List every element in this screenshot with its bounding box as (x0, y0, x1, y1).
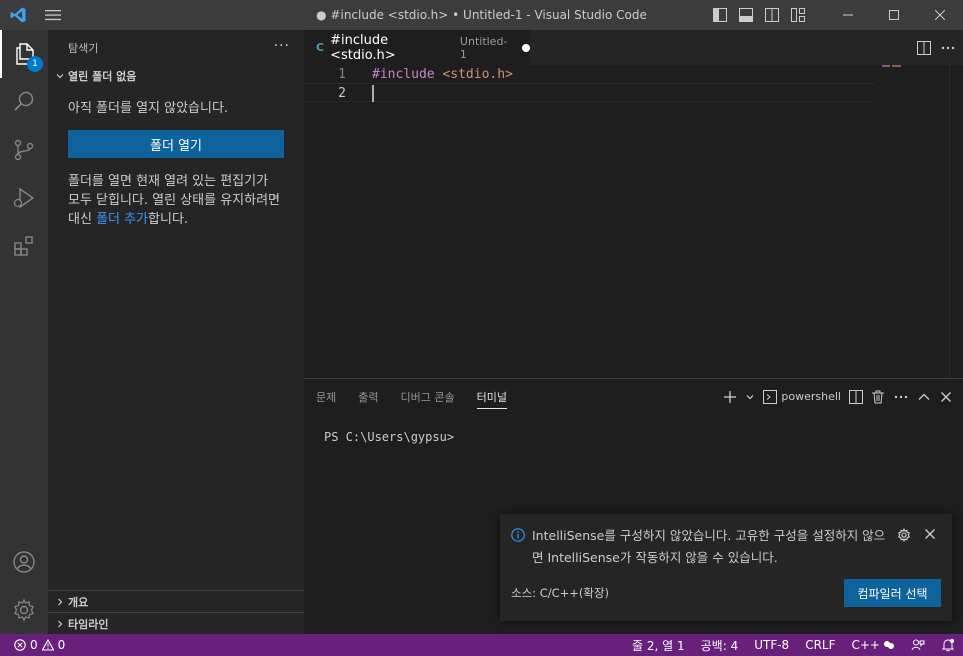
unsaved-dot-icon[interactable] (522, 43, 530, 52)
c-file-icon: C (316, 41, 325, 54)
outline-section[interactable]: 개요 (48, 590, 304, 612)
editor-tab-bar: C #include <stdio.h> Untitled-1 (304, 30, 963, 65)
editor-scrollbar[interactable] (949, 65, 950, 378)
close-window-icon[interactable] (917, 0, 963, 30)
indentation[interactable]: 공백: 4 (693, 637, 747, 654)
new-terminal-icon[interactable] (723, 390, 737, 404)
timeline-label: 타임라인 (68, 617, 109, 631)
activity-bar: 1 (0, 30, 48, 634)
feedback-icon[interactable] (903, 638, 933, 652)
toggle-secondary-sidebar-icon[interactable] (759, 0, 785, 30)
language-label: C++ (851, 638, 881, 652)
split-editor-icon[interactable] (917, 40, 931, 55)
search-icon[interactable] (0, 78, 48, 126)
more-actions-icon[interactable]: ··· (274, 38, 290, 54)
add-folder-link[interactable]: 폴더 추가 (96, 212, 148, 227)
more-actions-icon[interactable] (941, 41, 955, 55)
chevron-right-icon (52, 597, 68, 607)
cursor-position[interactable]: 줄 2, 열 1 (624, 637, 693, 654)
select-compiler-button[interactable]: 컴파일러 선택 (844, 579, 941, 607)
code-editor[interactable]: 1 #include <stdio.h> 2 (304, 65, 963, 378)
explorer-title: 탐색기 (68, 41, 99, 55)
manage-gear-icon[interactable] (0, 586, 48, 634)
status-bar: 0 0 줄 2, 열 1 공백: 4 UTF-8 CRLF C++ (0, 634, 963, 656)
chevron-right-icon (52, 619, 68, 629)
minimize-icon[interactable] (825, 0, 871, 30)
toggle-panel-icon[interactable] (733, 0, 759, 30)
open-folder-button[interactable]: 폴더 열기 (68, 130, 284, 158)
tab-description: Untitled-1 (459, 34, 508, 61)
vscode-logo-icon (0, 0, 35, 30)
title-bar: ● #include <stdio.h> • Untitled-1 - Visu… (0, 0, 963, 30)
gear-icon[interactable] (897, 528, 911, 542)
notification-toast: IntelliSense를 구성하지 않았습니다. 고유한 구성을 설정하지 않… (500, 514, 952, 621)
notifications-bell-icon[interactable] (933, 638, 963, 652)
close-icon[interactable] (924, 528, 936, 540)
source-control-icon[interactable] (0, 126, 48, 174)
maximize-panel-icon[interactable] (917, 390, 931, 404)
terminal-name: powershell (781, 390, 841, 403)
toggle-sidebar-icon[interactable] (707, 0, 733, 30)
terminal-icon (763, 389, 778, 404)
chevron-down-icon (52, 71, 68, 81)
encoding[interactable]: UTF-8 (746, 638, 797, 652)
tab-terminal[interactable]: 터미널 (476, 389, 507, 409)
line-number: 1 (338, 67, 346, 82)
line-number: 2 (338, 86, 346, 101)
terminal-selector[interactable]: powershell (763, 389, 841, 404)
terminal-prompt: PS C:\Users\gypsu> (324, 430, 455, 444)
braces-icon (884, 641, 894, 649)
close-panel-icon[interactable] (939, 390, 953, 404)
explorer-header: 탐색기 ··· (48, 30, 304, 65)
explorer-icon[interactable]: 1 (0, 30, 48, 78)
info-icon (511, 528, 525, 542)
problems-status[interactable]: 0 0 (0, 638, 65, 652)
code-keyword: #include (372, 67, 435, 82)
split-terminal-icon[interactable] (849, 389, 863, 404)
code-string: <stdio.h> (442, 67, 513, 82)
trash-icon[interactable] (871, 390, 885, 404)
terminal-output[interactable]: PS C:\Users\gypsu> (324, 430, 454, 444)
run-debug-icon[interactable] (0, 174, 48, 222)
text-cursor (372, 85, 374, 102)
accounts-icon[interactable] (0, 538, 48, 586)
timeline-section[interactable]: 타임라인 (48, 612, 304, 634)
menu-icon[interactable] (35, 0, 71, 30)
code-line: 1 #include <stdio.h> (304, 65, 875, 84)
error-icon (14, 639, 26, 651)
error-count: 0 (30, 638, 38, 652)
info-text-after: 합니다. (148, 212, 189, 227)
warning-icon (41, 639, 54, 651)
tab-title: #include <stdio.h> (330, 32, 396, 63)
no-folder-section[interactable]: 열린 폴더 없음 (48, 65, 304, 87)
notification-source: 소스: C/C++(확장) (511, 586, 610, 600)
folder-info-text: 폴더를 열면 현재 열려 있는 편집기가 모두 닫힙니다. 열린 상태를 유지하… (68, 172, 284, 229)
chevron-down-icon[interactable] (745, 392, 755, 402)
tab-output[interactable]: 출력 (358, 389, 378, 405)
section-title: 열린 폴더 없음 (68, 70, 137, 83)
tab-debug-console[interactable]: 디버그 콘솔 (401, 389, 455, 405)
maximize-icon[interactable] (871, 0, 917, 30)
extensions-icon[interactable] (0, 222, 48, 270)
code-line-current: 2 (304, 83, 875, 102)
more-actions-icon[interactable] (893, 390, 909, 404)
tab-problems[interactable]: 문제 (316, 389, 336, 405)
explorer-badge: 1 (27, 56, 43, 72)
outline-label: 개요 (68, 595, 89, 609)
no-folder-text: 아직 폴더를 열지 않았습니다. (68, 101, 229, 116)
warning-count: 0 (57, 638, 66, 652)
editor-tab[interactable]: C #include <stdio.h> Untitled-1 (304, 30, 530, 65)
notification-message: IntelliSense를 구성하지 않았습니다. 고유한 구성을 설정하지 않… (532, 528, 886, 565)
customize-layout-icon[interactable] (785, 0, 811, 30)
explorer-sidebar: 탐색기 ··· 열린 폴더 없음 아직 폴더를 열지 않았습니다. 폴더 열기 … (48, 30, 304, 634)
minimap[interactable] (882, 65, 902, 68)
language-mode[interactable]: C++ (844, 638, 904, 652)
end-of-line[interactable]: CRLF (797, 638, 843, 652)
